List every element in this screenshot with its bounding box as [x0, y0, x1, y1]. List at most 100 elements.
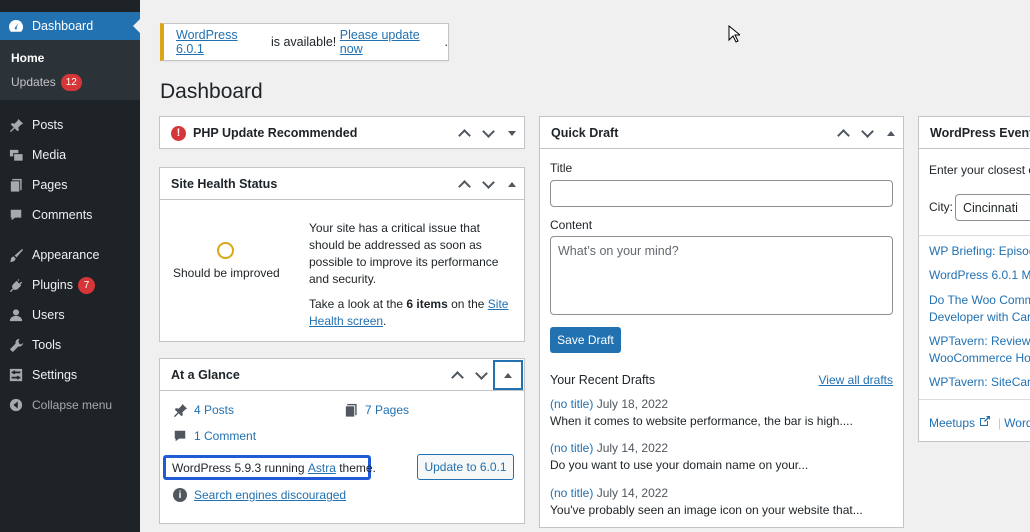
news-item-link[interactable]: WP Briefing: Episode — [929, 244, 1030, 258]
chevron-up-icon — [836, 129, 850, 142]
dashboard-submenu: Home Updates 12 — [0, 40, 140, 100]
toggle-panel-button[interactable] — [879, 117, 903, 149]
menu-comments-label: Comments — [32, 208, 93, 222]
pages-icon — [8, 177, 24, 193]
menu-appearance[interactable]: Appearance — [0, 240, 140, 270]
pushpin-icon — [172, 402, 188, 418]
draft-excerpt: You've probably seen an image icon on yo… — [550, 503, 863, 517]
updates-count-badge: 12 — [60, 73, 82, 91]
news-item-link[interactable]: WordPress 6.0.1 Mai — [929, 268, 1030, 282]
site-health-widget: Site Health Status Should be improved Yo… — [159, 167, 525, 342]
news-item-link-continued[interactable]: WooCommerce Hos — [929, 351, 1030, 365]
alert-icon: ! — [171, 125, 186, 141]
health-items-prefix: Take a look at the — [309, 297, 407, 311]
draft-content-textarea[interactable]: What’s on your mind? — [550, 236, 893, 315]
chevron-down-icon — [474, 366, 488, 380]
caret-up-icon — [508, 181, 516, 187]
move-up-button[interactable] — [831, 117, 855, 149]
news-item-link[interactable]: Do The Woo Commu — [929, 293, 1030, 307]
menu-tools-label: Tools — [32, 338, 62, 352]
move-down-button[interactable] — [469, 359, 493, 391]
page-title: Dashboard — [160, 80, 263, 103]
events-footer: Meetups | Word — [929, 415, 1030, 430]
theme-info: WordPress 5.9.3 running Astra theme. — [163, 455, 376, 480]
save-draft-button[interactable]: Save Draft — [550, 327, 621, 353]
news-item-link[interactable]: WPTavern: SiteCare A — [929, 375, 1030, 389]
health-items-end: . — [383, 314, 387, 328]
menu-dashboard[interactable]: Dashboard — [0, 12, 140, 40]
menu-users[interactable]: Users — [0, 300, 140, 330]
move-up-button[interactable] — [452, 117, 476, 149]
move-up-button[interactable] — [452, 168, 476, 200]
php-update-widget: ! PHP Update Recommended — [159, 116, 525, 149]
menu-comments[interactable]: Comments — [0, 200, 140, 230]
draft-title-link[interactable]: (no title) — [550, 486, 593, 500]
pages-icon — [343, 402, 359, 418]
submenu-home-label: Home — [11, 51, 45, 65]
quick-draft-title: Quick Draft — [551, 125, 619, 140]
menu-plugins[interactable]: Plugins 7 — [0, 270, 140, 300]
plug-icon — [8, 277, 24, 293]
comment-icon — [8, 207, 24, 223]
update-wordpress-button[interactable]: Update to 6.0.1 — [417, 454, 514, 480]
toggle-panel-button[interactable] — [493, 360, 523, 390]
menu-tools[interactable]: Tools — [0, 330, 140, 360]
draft-title-input[interactable] — [550, 180, 893, 207]
health-status-indicator — [217, 242, 234, 259]
draft-excerpt: Do you want to use your domain name on y… — [550, 458, 809, 472]
collapse-menu-label: Collapse menu — [32, 398, 113, 412]
move-up-button[interactable] — [445, 359, 469, 391]
chevron-up-icon — [450, 371, 464, 384]
caret-up-icon — [887, 130, 895, 136]
news-item-link[interactable]: WPTavern: Review Si — [929, 334, 1030, 348]
menu-pages-label: Pages — [32, 178, 68, 192]
glance-posts-link[interactable]: 4 Posts — [172, 402, 234, 418]
comment-icon — [172, 428, 188, 444]
pushpin-icon — [8, 117, 24, 133]
draft-title-link[interactable]: (no title) — [550, 397, 593, 411]
settings-icon — [8, 367, 24, 383]
menu-settings-label: Settings — [32, 368, 78, 382]
move-down-button[interactable] — [476, 117, 500, 149]
glance-pages-link[interactable]: 7 Pages — [343, 402, 409, 418]
at-a-glance-title: At a Glance — [171, 367, 240, 382]
wordpress-version-link[interactable]: WordPress 6.0.1 — [176, 28, 267, 56]
menu-pages[interactable]: Pages — [0, 170, 140, 200]
glance-comments-label: 1 Comment — [194, 429, 257, 443]
menu-media[interactable]: Media — [0, 140, 140, 170]
city-input[interactable]: Cincinnati — [955, 194, 1030, 221]
toggle-panel-button[interactable] — [500, 168, 524, 200]
draft-date: July 14, 2022 — [596, 441, 669, 455]
notice-text: is available! — [267, 35, 340, 49]
move-down-button[interactable] — [855, 117, 879, 149]
toggle-panel-button[interactable] — [500, 117, 524, 149]
draft-excerpt: When it comes to website performance, th… — [550, 414, 853, 428]
astra-theme-link[interactable]: Astra — [308, 461, 336, 475]
media-icon — [8, 147, 24, 163]
submenu-home[interactable]: Home — [0, 46, 140, 70]
menu-posts[interactable]: Posts — [0, 110, 140, 140]
caret-down-icon — [508, 130, 516, 136]
chevron-up-icon — [457, 180, 471, 193]
menu-plugins-label: Plugins — [32, 278, 73, 292]
draft-title-label: Title — [550, 161, 573, 175]
news-item-link-continued[interactable]: Developer with Carm — [929, 310, 1030, 324]
glance-comments-link[interactable]: 1 Comment — [172, 428, 256, 444]
menu-media-label: Media — [32, 148, 67, 162]
search-engines-discouraged-link[interactable]: i Search engines discouraged — [173, 488, 346, 502]
search-engines-label: Search engines discouraged — [194, 488, 347, 502]
draft-title-link[interactable]: (no title) — [550, 441, 593, 455]
menu-settings[interactable]: Settings — [0, 360, 140, 390]
site-health-title: Site Health Status — [171, 176, 278, 191]
draft-content-label: Content — [550, 218, 593, 232]
menu-posts-label: Posts — [32, 118, 64, 132]
collapse-menu-button[interactable]: Collapse menu — [0, 390, 140, 420]
submenu-updates[interactable]: Updates 12 — [0, 70, 140, 94]
wordcamps-link[interactable]: Word — [1004, 416, 1030, 430]
chevron-down-icon — [860, 124, 874, 138]
move-down-button[interactable] — [476, 168, 500, 200]
meetups-link[interactable]: Meetups — [929, 416, 975, 430]
view-all-drafts-link[interactable]: View all drafts — [819, 373, 893, 387]
please-update-link[interactable]: Please update now — [340, 28, 445, 56]
menu-users-label: Users — [32, 308, 65, 322]
